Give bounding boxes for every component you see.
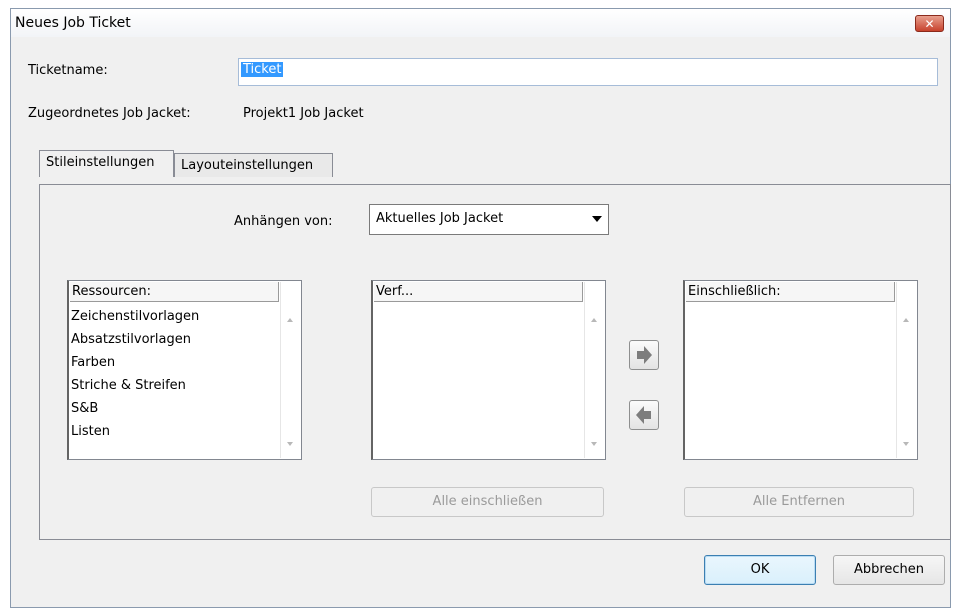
included-scrollbar[interactable] xyxy=(896,282,916,458)
include-all-button[interactable]: Alle einschließen xyxy=(371,487,604,517)
tab-layouteinstellungen[interactable]: Layouteinstellungen xyxy=(174,153,333,177)
scroll-up-icon[interactable] xyxy=(287,318,293,322)
jacket-label: Zugeordnetes Job Jacket: xyxy=(28,106,191,121)
ticketname-label: Ticketname: xyxy=(28,63,108,78)
resources-scrollbar[interactable] xyxy=(280,282,300,458)
append-label: Anhängen von: xyxy=(234,214,333,229)
window-title: Neues Job Ticket xyxy=(15,15,131,31)
dialog-window: Neues Job Ticket ✕ Ticketname: Ticket Zu… xyxy=(10,8,951,608)
resources-list[interactable]: Ressourcen: Zeichenstilvorlagen Absatzst… xyxy=(67,280,302,460)
available-scrollbar[interactable] xyxy=(584,282,604,458)
ticketname-input[interactable]: Ticket xyxy=(238,58,938,86)
scroll-up-icon[interactable] xyxy=(591,318,597,322)
resources-header: Ressourcen: xyxy=(70,282,279,302)
ok-button[interactable]: OK xyxy=(704,555,816,585)
cancel-button[interactable]: Abbrechen xyxy=(833,555,945,585)
tab-stileinstellungen[interactable]: Stileinstellungen xyxy=(39,150,174,177)
title-bar[interactable]: Neues Job Ticket ✕ xyxy=(11,9,950,37)
available-list[interactable]: Verf... xyxy=(371,280,606,460)
list-item[interactable]: Farben xyxy=(71,351,199,374)
remove-arrow-button[interactable] xyxy=(629,400,659,430)
tab-label: Layouteinstellungen xyxy=(181,158,314,173)
arrow-right-icon xyxy=(637,346,652,364)
resources-items: Zeichenstilvorlagen Absatzstilvorlagen F… xyxy=(71,305,199,443)
included-header: Einschließlich: xyxy=(686,282,895,302)
close-button[interactable]: ✕ xyxy=(915,15,944,32)
available-header: Verf... xyxy=(374,282,583,302)
list-item[interactable]: Absatzstilvorlagen xyxy=(71,328,199,351)
close-icon: ✕ xyxy=(924,17,935,31)
scroll-down-icon[interactable] xyxy=(287,442,293,446)
list-item[interactable]: Striche & Streifen xyxy=(71,374,199,397)
list-item[interactable]: S&B xyxy=(71,397,199,420)
tab-label: Stileinstellungen xyxy=(46,155,155,170)
list-item[interactable]: Listen xyxy=(71,420,199,443)
included-list[interactable]: Einschließlich: xyxy=(683,280,918,460)
append-dropdown[interactable]: Aktuelles Job Jacket xyxy=(369,204,609,235)
arrow-left-icon xyxy=(636,406,651,424)
scroll-down-icon[interactable] xyxy=(903,442,909,446)
list-item[interactable]: Zeichenstilvorlagen xyxy=(71,305,199,328)
jacket-value: Projekt1 Job Jacket xyxy=(243,106,364,121)
remove-all-button[interactable]: Alle Entfernen xyxy=(684,487,914,517)
scroll-up-icon[interactable] xyxy=(903,318,909,322)
append-selected: Aktuelles Job Jacket xyxy=(376,211,504,226)
chevron-down-icon xyxy=(592,216,602,222)
add-arrow-button[interactable] xyxy=(629,340,659,370)
ticketname-value: Ticket xyxy=(241,62,284,77)
scroll-down-icon[interactable] xyxy=(591,442,597,446)
